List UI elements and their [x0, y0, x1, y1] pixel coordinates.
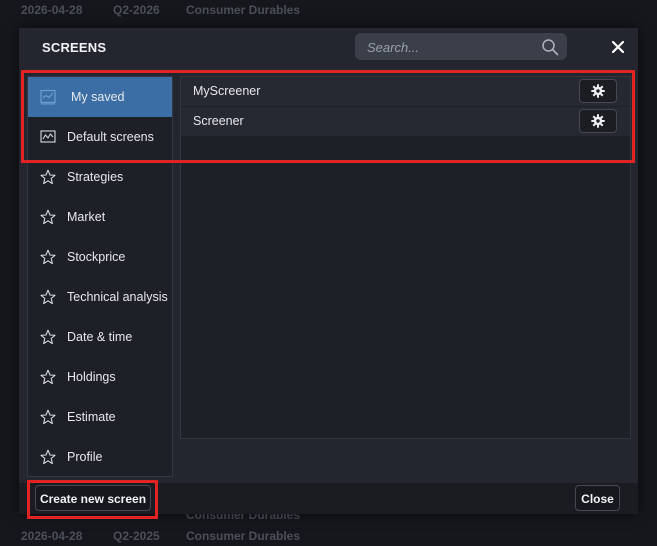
screen-settings-button[interactable] — [579, 109, 617, 133]
sidebar-item-date-time[interactable]: Date & time — [28, 317, 172, 357]
star-icon — [40, 209, 56, 225]
line-chart-icon — [40, 130, 56, 143]
list-item[interactable]: MyScreener — [181, 77, 630, 106]
row-quarter: Q2-2025 — [113, 529, 160, 543]
search-input[interactable] — [365, 37, 539, 58]
sidebar-item-label: Stockprice — [67, 250, 126, 264]
sidebar-item-label: Strategies — [67, 170, 124, 184]
sidebar-item-market[interactable]: Market — [28, 197, 172, 237]
gear-icon — [591, 84, 605, 98]
close-icon[interactable] — [609, 38, 627, 56]
row-sector: Consumer Durables — [186, 529, 301, 543]
sidebar-item-label: Market — [67, 210, 106, 224]
sidebar-item-holdings[interactable]: Holdings — [28, 357, 172, 397]
sidebar-item-estimate[interactable]: Estimate — [28, 397, 172, 437]
sidebar-item-my-saved[interactable]: My saved — [28, 77, 172, 117]
close-button[interactable]: Close — [575, 485, 620, 511]
sidebar-item-strategies[interactable]: Strategies — [28, 157, 172, 197]
sidebar-item-technical-analysis[interactable]: Technical analysis — [28, 277, 172, 317]
star-icon — [40, 169, 56, 185]
row-sector: Consumer Durables — [186, 3, 301, 17]
sidebar-item-profile[interactable]: Profile — [28, 437, 172, 477]
row-quarter: Q2-2026 — [113, 3, 160, 17]
dialog-header: SCREENS — [19, 28, 638, 68]
sidebar-item-stockprice[interactable]: Stockprice — [28, 237, 172, 277]
create-new-screen-button[interactable]: Create new screen — [35, 485, 151, 511]
sidebar-item-label: My saved — [71, 90, 125, 104]
gear-icon — [591, 114, 605, 128]
background-table-row: 2026-04-28 Q2-2025 Consumer Durables — [0, 526, 657, 546]
screen-settings-button[interactable] — [579, 79, 617, 103]
sidebar-item-label: Estimate — [67, 410, 116, 424]
screens-category-sidebar: My saved Default screens Strategies Mark… — [27, 76, 173, 477]
checkbox-chart-icon — [40, 89, 56, 105]
screen-name: MyScreener — [193, 84, 261, 98]
background-table-row: 2026-04-28 Q2-2026 Consumer Durables — [0, 0, 657, 20]
star-icon — [40, 329, 56, 345]
screens-dialog: SCREENS My saved Def — [19, 28, 638, 514]
star-icon — [40, 449, 56, 465]
row-date: 2026-04-28 — [21, 3, 83, 17]
star-icon — [40, 249, 56, 265]
star-icon — [40, 369, 56, 385]
dialog-title: SCREENS — [42, 40, 107, 55]
sidebar-item-default-screens[interactable]: Default screens — [28, 117, 172, 157]
sidebar-item-label: Holdings — [67, 370, 116, 384]
sidebar-item-label: Default screens — [67, 130, 154, 144]
sidebar-item-label: Date & time — [67, 330, 133, 344]
search-box — [355, 33, 567, 60]
row-date: 2026-04-28 — [21, 529, 83, 543]
star-icon — [40, 289, 56, 305]
screens-list: MyScreener Screener — [180, 76, 631, 439]
list-item[interactable]: Screener — [181, 107, 630, 136]
screen-name: Screener — [193, 114, 244, 128]
dialog-footer: Create new screen Close — [19, 483, 638, 514]
sidebar-item-label: Profile — [67, 450, 103, 464]
sidebar-item-label: Technical analysis — [67, 290, 168, 304]
star-icon — [40, 409, 56, 425]
search-icon[interactable] — [541, 38, 559, 56]
